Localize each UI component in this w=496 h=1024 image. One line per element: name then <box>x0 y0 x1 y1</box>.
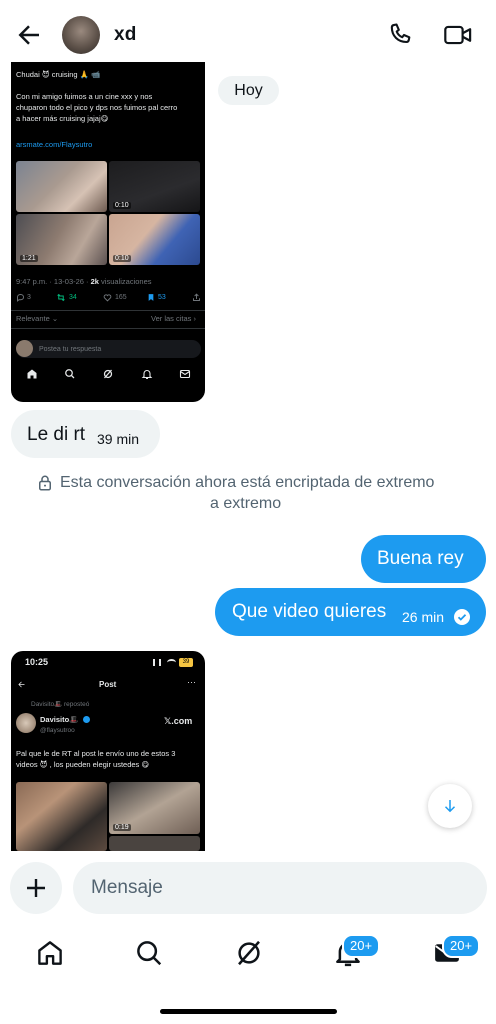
bookmark-count: 53 <box>158 294 166 301</box>
quotes-link: Ver las citas › <box>151 314 197 323</box>
verified-icon <box>83 716 90 723</box>
like-icon <box>103 294 112 302</box>
wifi-icon <box>167 659 176 666</box>
repost-count: 34 <box>69 294 77 301</box>
reply-placeholder: Postea tu respuesta <box>39 346 102 353</box>
video-thumbnail <box>16 161 107 212</box>
incoming-message[interactable]: Le di rt 39 min <box>11 410 160 458</box>
add-attachment-button[interactable] <box>10 862 62 914</box>
plus-icon <box>27 879 45 897</box>
bookmark-icon <box>148 294 154 301</box>
avatar <box>16 340 33 357</box>
contact-name[interactable]: xd <box>114 24 137 46</box>
outgoing-message[interactable]: Que video quieres 26 min <box>215 588 486 636</box>
grok-icon <box>103 369 113 379</box>
outgoing-message[interactable]: Buena rey <box>361 535 486 583</box>
read-check-icon <box>454 609 470 625</box>
post-text-line: Pal que le de RT al post le envío uno de… <box>16 749 176 758</box>
home-icon <box>27 369 37 379</box>
x-logo-label: 𝕏.com <box>164 716 193 726</box>
shared-image-post-screenshot[interactable]: Chudai 😈 cruising 🙏 📹 Con mi amigo fuimo… <box>11 62 205 402</box>
video-thumbnail: 0:10 <box>109 161 200 212</box>
search-icon[interactable] <box>134 938 164 968</box>
post-meta: 9:47 p.m. · 13-03-26 · 2k visualizacione… <box>16 277 152 286</box>
shared-image-post-screenshot[interactable]: 10:25 39 Post ··· Davisito🎩 reposteó Dav… <box>11 651 205 851</box>
video-duration: 1:21 <box>20 255 38 262</box>
encryption-notice-text: a extremo <box>210 495 282 512</box>
search-icon <box>65 369 75 379</box>
grok-icon[interactable] <box>234 938 264 968</box>
arrow-left-icon[interactable] <box>14 20 44 50</box>
video-thumbnail: 0:10 <box>109 214 200 265</box>
video-thumbnail: 0:19 <box>109 782 200 834</box>
phone-icon[interactable] <box>386 21 414 49</box>
post-bottom-nav <box>11 364 205 384</box>
divider <box>11 328 205 329</box>
message-input[interactable] <box>73 862 487 914</box>
video-thumbnail <box>109 836 200 851</box>
post-text-line: Con mi amigo fuimos a un cine xxx y nos <box>16 92 153 101</box>
video-camera-icon[interactable] <box>443 21 473 49</box>
messages-badge: 20+ <box>442 934 481 958</box>
scroll-to-bottom-button[interactable] <box>428 784 472 828</box>
message-time: 26 min <box>402 609 445 625</box>
reposted-by: Davisito🎩 reposteó <box>31 701 90 708</box>
signal-icon <box>153 659 161 666</box>
post-text-line: chuparon todo el pico y dps nos fuimos p… <box>16 103 178 112</box>
lock-icon <box>39 475 51 491</box>
message-text: Que video quieres <box>232 601 387 622</box>
post-link: arsmate.com/Flaysutro <box>16 140 93 149</box>
like-count: 165 <box>115 294 127 301</box>
notifications-badge: 20+ <box>342 934 381 958</box>
share-icon <box>193 293 200 301</box>
screen-title: Post <box>99 680 117 689</box>
arrow-left-icon <box>18 681 25 688</box>
battery-icon: 39 <box>179 658 193 667</box>
date-separator: Hoy <box>218 76 279 105</box>
video-thumbnail: 1:21 <box>16 214 107 265</box>
post-text-line: a hacer más cruising jajaj😋 <box>16 114 109 123</box>
post-text-line: videos 😈 , los pueden elegir ustedes 😋 <box>16 760 150 769</box>
conversation-header: xd <box>0 0 496 62</box>
avatar[interactable] <box>62 16 100 54</box>
author-name: Davisito🎩 <box>40 715 79 724</box>
reply-count: 3 <box>27 294 31 301</box>
video-duration: 0:10 <box>113 255 131 262</box>
avatar <box>16 713 36 733</box>
message-text: Le di rt <box>27 424 86 445</box>
video-duration: 0:19 <box>113 824 131 831</box>
video-duration: 0:10 <box>113 202 131 209</box>
encryption-notice-text: Esta conversación ahora está encriptada … <box>36 472 434 493</box>
post-actions: 3 34 165 53 <box>16 293 202 307</box>
status-time: 10:25 <box>25 657 49 667</box>
message-time: 39 min <box>97 431 140 447</box>
repost-icon <box>57 293 65 302</box>
notifications-icon <box>141 370 153 380</box>
message-text: Buena rey <box>377 548 464 569</box>
divider <box>11 310 205 311</box>
reply-icon <box>17 294 24 302</box>
video-thumbnail <box>16 782 107 851</box>
home-icon[interactable] <box>35 938 65 968</box>
home-indicator <box>160 1009 337 1014</box>
arrow-down-icon <box>444 800 456 813</box>
author-handle: @flaysutroo <box>40 727 75 734</box>
more-icon: ··· <box>187 677 196 687</box>
post-text-line: Chudai 😈 cruising 🙏 📹 <box>16 70 101 79</box>
messages-icon <box>179 369 191 379</box>
relevance-filter: Relevante ⌄ <box>16 314 59 323</box>
